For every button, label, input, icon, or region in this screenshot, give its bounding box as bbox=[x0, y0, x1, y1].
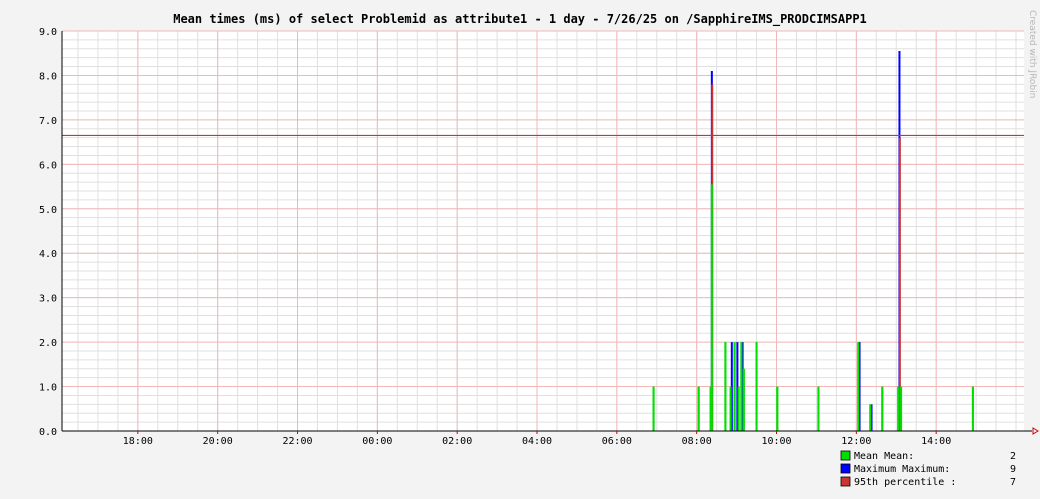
bar-mean bbox=[971, 386, 974, 431]
legend-value: 2 bbox=[1010, 451, 1016, 462]
legend-label: 95th percentile : bbox=[854, 477, 956, 488]
y-tick-label: 4.0 bbox=[39, 249, 57, 260]
x-tick-label: 06:00 bbox=[602, 436, 632, 447]
bar-mean bbox=[742, 368, 745, 431]
x-tick-label: 04:00 bbox=[522, 436, 552, 447]
bar-mean bbox=[900, 386, 903, 431]
legend-label: Maximum Maximum: bbox=[854, 464, 950, 475]
x-tick-label: 00:00 bbox=[362, 436, 392, 447]
y-tick-label: 3.0 bbox=[39, 294, 57, 305]
bar-mean bbox=[729, 386, 732, 431]
legend-swatch bbox=[840, 476, 851, 487]
legend-value: 9 bbox=[1010, 464, 1016, 475]
bar-mean bbox=[897, 386, 900, 431]
bar-mean bbox=[755, 342, 758, 431]
legend-label: Mean Mean: bbox=[854, 451, 914, 462]
x-tick-label: 02:00 bbox=[442, 436, 472, 447]
y-tick-label: 2.0 bbox=[39, 338, 57, 349]
y-tick-label: 0.0 bbox=[39, 427, 57, 438]
bar-mean bbox=[817, 386, 820, 431]
legend: Mean Mean: 2 Maximum Maximum: 9 95th percent… bbox=[840, 450, 1016, 488]
x-tick-label: 12:00 bbox=[841, 436, 871, 447]
chart-title: Mean times (ms) of select Problemid as a… bbox=[173, 12, 867, 27]
y-tick-label: 7.0 bbox=[39, 116, 57, 127]
watermark: Created with JRobin bbox=[1027, 10, 1037, 98]
y-axis-ticks: 0.0 1.0 2.0 3.0 4.0 5.0 6.0 7.0 8.0 9.0 bbox=[39, 27, 57, 438]
bar-mean bbox=[724, 342, 727, 431]
bar-mean bbox=[869, 404, 872, 431]
x-tick-label: 10:00 bbox=[761, 436, 791, 447]
bar-mean bbox=[710, 184, 713, 431]
y-tick-label: 5.0 bbox=[39, 205, 57, 216]
bar-mean bbox=[733, 342, 736, 431]
bar-mean bbox=[737, 386, 740, 431]
bar-mean bbox=[776, 386, 779, 431]
y-tick-label: 8.0 bbox=[39, 71, 57, 82]
x-tick-label: 20:00 bbox=[203, 436, 233, 447]
x-tick-label: 08:00 bbox=[682, 436, 712, 447]
bar-mean bbox=[697, 386, 700, 431]
x-axis-ticks: 18:00 20:00 22:00 00:00 02:00 04:00 06:00 08:00… bbox=[123, 436, 951, 447]
y-tick-label: 6.0 bbox=[39, 160, 57, 171]
x-tick-label: 18:00 bbox=[123, 436, 153, 447]
bar-mean bbox=[881, 386, 884, 431]
bar-mean bbox=[740, 342, 743, 431]
legend-swatch bbox=[840, 450, 851, 461]
y-tick-label: 9.0 bbox=[39, 27, 57, 38]
plot-area bbox=[62, 31, 1024, 431]
legend-swatch bbox=[840, 463, 851, 474]
bar-mean bbox=[857, 342, 860, 431]
bar-mean bbox=[652, 386, 655, 431]
legend-value: 7 bbox=[1010, 477, 1016, 488]
y-tick-label: 1.0 bbox=[39, 383, 57, 394]
chart: Mean times (ms) of select Problemid as a… bbox=[39, 10, 1039, 488]
x-tick-label: 14:00 bbox=[921, 436, 951, 447]
x-axis-arrow bbox=[1032, 427, 1039, 435]
x-tick-label: 22:00 bbox=[282, 436, 312, 447]
